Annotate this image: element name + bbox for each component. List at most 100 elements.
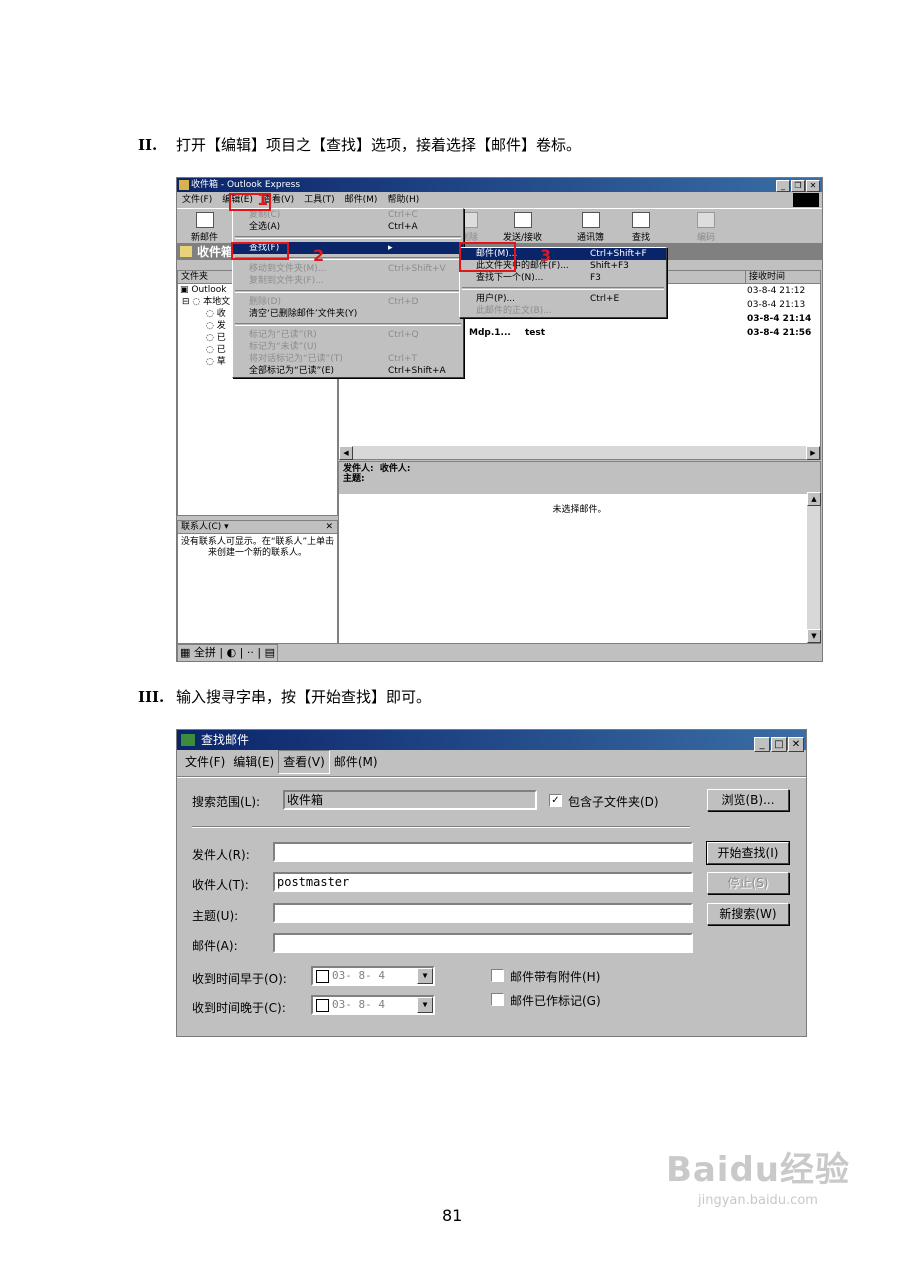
encoding-button[interactable]: 编码 (697, 212, 715, 243)
horizontal-scrollbar[interactable]: ◀ ▶ (339, 446, 820, 460)
received-column-header[interactable]: 接收时间 (745, 271, 819, 283)
received-before-checkbox[interactable] (316, 970, 329, 983)
windows-logo-icon (793, 193, 819, 207)
menu-item-shortcut: Ctrl+D (388, 297, 419, 307)
edit-menu-dropdown: 复制(C) Ctrl+C 全选(A) Ctrl+A 查找(F) ▸ 移动到文件夹(M)...… (232, 208, 464, 378)
menu-divider (177, 776, 806, 778)
scroll-up-icon[interactable]: ▲ (807, 492, 821, 506)
annotation-number-1: 1 (257, 190, 269, 209)
include-subfolders-label: 包含子文件夹(D) (568, 795, 659, 809)
search-in-label: 搜索范围(L): (192, 795, 261, 809)
step-two-instruction: II. 打开【编辑】项目之【查找】选项，接着选择【邮件】卷标。 (138, 134, 581, 155)
browse-button[interactable]: 浏览(B)... (707, 789, 789, 811)
close-icon[interactable]: ✕ (806, 180, 820, 192)
chevron-down-icon[interactable]: ▼ (417, 968, 433, 984)
to-label: 收件人(T): (192, 878, 249, 892)
tree-item-label: Outlook (191, 285, 227, 295)
menu-item[interactable]: 全选(A) Ctrl+A (233, 221, 463, 233)
annotation-number-2: 2 (313, 246, 325, 265)
menu-item-shortcut: Ctrl+Shift+V (388, 264, 446, 274)
subject-label: 主题(U): (192, 909, 239, 923)
menu-item-shortcut: Shift+F3 (590, 261, 629, 271)
received-before-datepicker[interactable]: 03- 8- 4 ▼ (311, 966, 435, 986)
menu-item-label: 删除(D) (249, 297, 281, 307)
restore-icon[interactable]: ❐ (791, 180, 805, 192)
oe-window-title: 收件箱 - Outlook Express (191, 180, 301, 190)
contacts-title[interactable]: 联系人(C) ▾ (181, 522, 229, 532)
contacts-header: 联系人(C) ▾ ✕ (178, 521, 337, 534)
menu-item[interactable]: 用户(P)... Ctrl+E (460, 293, 666, 305)
menu-item[interactable]: 标记为“未读”(U) (233, 341, 463, 353)
new-search-button[interactable]: 新搜索(W) (707, 903, 789, 925)
ime-indicator[interactable]: ▦ 全拼 | ◐ | ·· | ▤ (177, 644, 278, 661)
menu-tools[interactable]: 工具(T) (299, 192, 340, 208)
include-subfolders-checkbox[interactable]: ✓ (549, 794, 562, 807)
menu-item[interactable]: 此邮件的正文(B)... (460, 305, 666, 317)
menu-separator (462, 287, 664, 290)
search-in-field[interactable]: 收件箱 (283, 790, 537, 810)
menu-item[interactable]: 标记为“已读”(R) Ctrl+Q (233, 329, 463, 341)
menu-item[interactable]: 移动到文件夹(M)... Ctrl+Shift+V (233, 263, 463, 275)
menu-item[interactable]: 复制到文件夹(F)... (233, 275, 463, 287)
received-after-checkbox[interactable] (316, 999, 329, 1012)
tree-item-label: 收 (216, 309, 226, 319)
menu-item[interactable]: 查找下一个(N)... F3 (460, 272, 666, 284)
scroll-left-icon[interactable]: ◀ (339, 446, 353, 460)
tree-item-label: 本地文 (203, 297, 231, 307)
menu-file[interactable]: 文件(F) (177, 192, 217, 208)
find-dialog-icon (181, 734, 195, 746)
find-dialog-title: 查找邮件 (201, 733, 250, 747)
find-button[interactable]: 查找 (632, 212, 650, 243)
flagged-label: 邮件已作标记(G) (510, 994, 601, 1008)
status-bar: ▦ 全拼 | ◐ | ·· | ▤ (177, 644, 822, 661)
find-now-button[interactable]: 开始查找(I) (706, 841, 790, 865)
send-receive-button[interactable]: 发送/接收 (503, 212, 542, 243)
menu-edit[interactable]: 编辑(E) (229, 751, 278, 773)
tree-item-label: 已 (216, 345, 226, 355)
menu-item-label: 全选(A) (249, 222, 281, 232)
inbox-folder-icon (180, 246, 192, 257)
subject-input[interactable] (273, 903, 693, 923)
to-input[interactable]: postmaster (273, 872, 693, 892)
flagged-checkbox[interactable] (491, 993, 504, 1006)
menu-item-label: 复制到文件夹(F)... (249, 276, 324, 286)
menu-item-shortcut: F3 (590, 273, 601, 283)
step-number: III. (138, 688, 165, 706)
has-attachment-checkbox[interactable] (491, 969, 504, 982)
preview-empty-text: 未选择邮件。 (552, 505, 607, 515)
minimize-icon[interactable]: _ (776, 180, 790, 192)
menu-message[interactable]: 邮件(M) (340, 192, 383, 208)
from-input[interactable] (273, 842, 693, 862)
find-message-dialog: 查找邮件 _ □ ✕ 文件(F) 编辑(E) 查看(V) 邮件(M) 搜索范围(L): 收… (176, 729, 807, 1037)
menu-help[interactable]: 帮助(H) (382, 192, 424, 208)
step-text: 打开【编辑】项目之【查找】选项，接着选择【邮件】卷标。 (176, 136, 582, 154)
menu-separator (235, 290, 461, 293)
watermark-brand: Baidu经验 (665, 1150, 850, 1190)
scroll-down-icon[interactable]: ▼ (807, 629, 821, 643)
tree-item-label: 发 (216, 321, 226, 331)
from-label: 发件人(R): (192, 848, 250, 862)
message-input[interactable] (273, 933, 693, 953)
menu-message[interactable]: 邮件(M) (330, 751, 382, 773)
address-book-button[interactable]: 通讯簿 (577, 212, 604, 243)
menu-item[interactable]: 删除(D) Ctrl+D (233, 296, 463, 308)
new-mail-button[interactable]: 新邮件 (191, 212, 218, 243)
menu-item[interactable]: 全部标记为“已读”(E) Ctrl+Shift+A (233, 365, 463, 377)
contacts-close-icon[interactable]: ✕ (325, 521, 333, 533)
menu-file[interactable]: 文件(F) (181, 751, 229, 773)
received-after-label: 收到时间晚于(C): (192, 1001, 286, 1015)
menu-item-label: 此邮件的正文(B)... (476, 306, 552, 316)
chevron-down-icon[interactable]: ▼ (417, 997, 433, 1013)
preview-scrollbar[interactable]: ▲ ▼ (807, 492, 821, 643)
find-dialog-title-bar: 查找邮件 _ □ ✕ (177, 730, 806, 752)
scroll-right-icon[interactable]: ▶ (806, 446, 820, 460)
menu-item[interactable]: 清空‘已删除邮件’文件夹(Y) (233, 308, 463, 320)
menu-item[interactable]: 将对话标记为“已读”(T) Ctrl+T (233, 353, 463, 365)
menu-item-shortcut: Ctrl+E (590, 294, 620, 304)
stop-button[interactable]: 停止(S) (707, 872, 789, 894)
received-after-datepicker[interactable]: 03- 8- 4 ▼ (311, 995, 435, 1015)
menu-view[interactable]: 查看(V) (278, 750, 330, 774)
message-date: 03-8-4 21:14 (747, 314, 812, 324)
address-book-label: 通讯簿 (577, 233, 605, 243)
step-three-instruction: III. 输入搜寻字串，按【开始查找】即可。 (138, 686, 431, 707)
